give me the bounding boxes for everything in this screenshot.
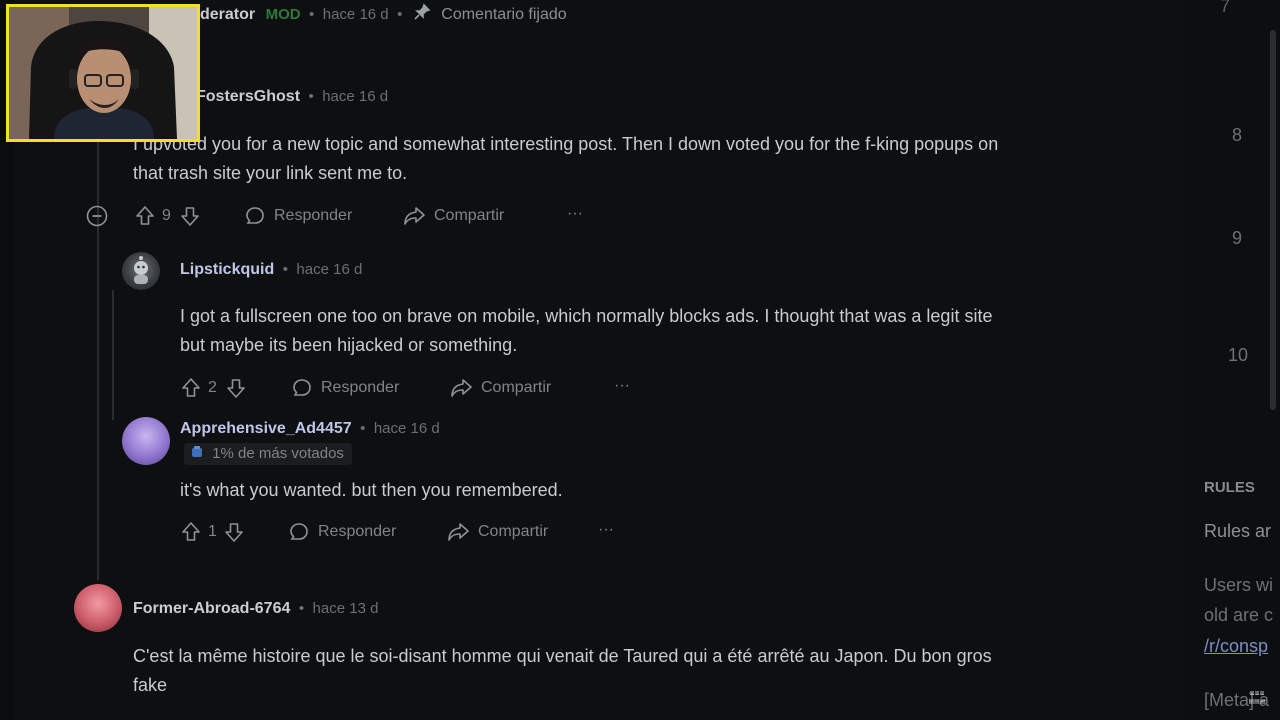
comment-username[interactable]: Former-Abroad-6764 xyxy=(133,600,290,617)
webcam-overlay xyxy=(6,4,200,142)
separator-dot: • xyxy=(360,420,366,437)
rank-number: 10 xyxy=(1228,345,1249,365)
comment-username[interactable]: FostersGhost xyxy=(196,88,300,105)
pinned-label: Comentario fijado xyxy=(441,6,567,23)
reply-label: Responder xyxy=(318,523,397,540)
comment-time: hace 13 d xyxy=(312,600,379,617)
more-options-button[interactable]: ··· xyxy=(598,521,614,539)
reply-button[interactable]: Responder xyxy=(288,521,396,543)
comment-time: hace 16 d xyxy=(296,261,363,278)
sidebar-text: old are c xyxy=(1204,605,1274,625)
share-button[interactable]: Compartir xyxy=(449,377,551,399)
pinned-comment-header: derator MOD • hace 16 d • Comentario fij… xyxy=(200,3,567,24)
rank-number: 8 xyxy=(1232,125,1243,145)
comment-body: C'est la même histoire que le soi-disant… xyxy=(133,642,992,700)
share-label: Compartir xyxy=(481,379,552,396)
sidebar-text: Users wi xyxy=(1204,575,1274,595)
comment-body: I got a fullscreen one too on brave on m… xyxy=(180,302,992,360)
subreddit-link[interactable]: /r/consp xyxy=(1204,636,1268,657)
separator-dot: • xyxy=(298,600,305,617)
vote-group: 2 xyxy=(180,377,247,399)
rank-number: 9 xyxy=(1232,228,1243,248)
mod-badge: MOD xyxy=(265,6,301,23)
pinned-username[interactable]: derator xyxy=(200,6,255,23)
comment-header: Apprehensive_Ad4457 • hace 16 d xyxy=(180,420,440,438)
comment-bubble-icon xyxy=(291,377,313,399)
separator-dot: • xyxy=(309,6,315,23)
comment-username[interactable]: Lipstickquid xyxy=(180,261,274,278)
scrollbar[interactable] xyxy=(1270,30,1276,410)
separator-dot: • xyxy=(397,6,403,23)
comment-header: Former-Abroad-6764 • hace 13 d xyxy=(133,600,378,618)
comment-body: I upvoted you for a new topic and somewh… xyxy=(133,130,998,188)
reply-label: Responder xyxy=(274,207,353,224)
downvote-icon[interactable] xyxy=(223,521,245,543)
avatar[interactable] xyxy=(122,252,160,290)
thread-line[interactable] xyxy=(97,110,99,580)
reply-button[interactable]: Responder xyxy=(244,205,352,227)
vote-group: 1 xyxy=(180,521,245,543)
right-sidebar: 7 8 9 10 RULES Rules ar Users wi old are… xyxy=(1182,0,1280,720)
comment-body: it's what you wanted. but then you remem… xyxy=(180,476,563,505)
vote-count: 9 xyxy=(162,207,171,224)
comment-header: FostersGhost • hace 16 d xyxy=(196,88,388,106)
rules-text: Rules ar xyxy=(1204,521,1272,541)
comment-time: hace 16 d xyxy=(373,420,440,437)
comment-text-line: I upvoted you for a new topic and somewh… xyxy=(133,134,999,154)
vote-count: 2 xyxy=(208,379,217,396)
comment-time: hace 16 d xyxy=(322,88,389,105)
comment-text-line: but maybe its been hijacked or something… xyxy=(180,335,518,355)
share-button[interactable]: Compartir xyxy=(402,205,504,227)
more-options-button[interactable]: ··· xyxy=(614,377,630,395)
svg-text:≡≡≡: ≡≡≡ xyxy=(1249,690,1264,697)
comment-text-line: C'est la même histoire que le soi-disant… xyxy=(133,646,992,666)
share-icon xyxy=(402,205,426,227)
reply-button[interactable]: Responder xyxy=(291,377,399,399)
avatar[interactable] xyxy=(74,584,122,632)
comment-text-line: fake xyxy=(133,675,168,695)
pinned-time: hace 16 d xyxy=(322,6,389,23)
comment-text-line: it's what you wanted. but then you remem… xyxy=(180,480,563,500)
streamer-image xyxy=(9,7,197,139)
collapse-button[interactable] xyxy=(86,205,108,227)
downvote-icon[interactable] xyxy=(225,377,247,399)
rules-heading: RULES xyxy=(1204,479,1255,496)
reply-label: Responder xyxy=(321,379,400,396)
more-options-button[interactable]: ··· xyxy=(567,205,583,223)
comment-username[interactable]: Apprehensive_Ad4457 xyxy=(180,420,352,437)
upvote-icon[interactable] xyxy=(134,205,156,227)
share-button[interactable]: Compartir xyxy=(446,521,548,543)
avatar[interactable] xyxy=(122,417,170,465)
thread-line[interactable] xyxy=(112,290,114,420)
more-icon: ··· xyxy=(614,377,630,394)
downvote-icon[interactable] xyxy=(179,205,201,227)
user-flair: 1% de más votados xyxy=(184,443,352,465)
flair-text: 1% de más votados xyxy=(212,445,344,462)
collapse-icon xyxy=(86,205,108,227)
comment-bubble-icon xyxy=(244,205,266,227)
comment-header: Lipstickquid • hace 16 d xyxy=(180,261,362,279)
comment-bubble-icon xyxy=(288,521,310,543)
pin-icon xyxy=(413,3,431,21)
more-icon: ··· xyxy=(598,521,614,538)
comment-text-line: that trash site your link sent me to. xyxy=(133,163,408,183)
upvote-icon[interactable] xyxy=(180,521,202,543)
share-label: Compartir xyxy=(478,523,549,540)
vote-group: 9 xyxy=(134,205,201,227)
share-label: Compartir xyxy=(434,207,505,224)
share-icon xyxy=(449,377,473,399)
vote-count: 1 xyxy=(208,523,217,540)
upvote-icon[interactable] xyxy=(180,377,202,399)
channel-watermark-logo: ≡≡≡ ▤▤▤ xyxy=(1242,688,1272,708)
svg-text:▤▤▤: ▤▤▤ xyxy=(1248,698,1265,705)
top-contributor-icon xyxy=(190,445,204,459)
comment-text-line: I got a fullscreen one too on brave on m… xyxy=(180,306,993,326)
separator-dot: • xyxy=(282,261,288,278)
more-icon: ··· xyxy=(567,205,583,222)
share-icon xyxy=(446,521,470,543)
separator-dot: • xyxy=(308,88,314,105)
rank-number: 7 xyxy=(1220,0,1231,16)
